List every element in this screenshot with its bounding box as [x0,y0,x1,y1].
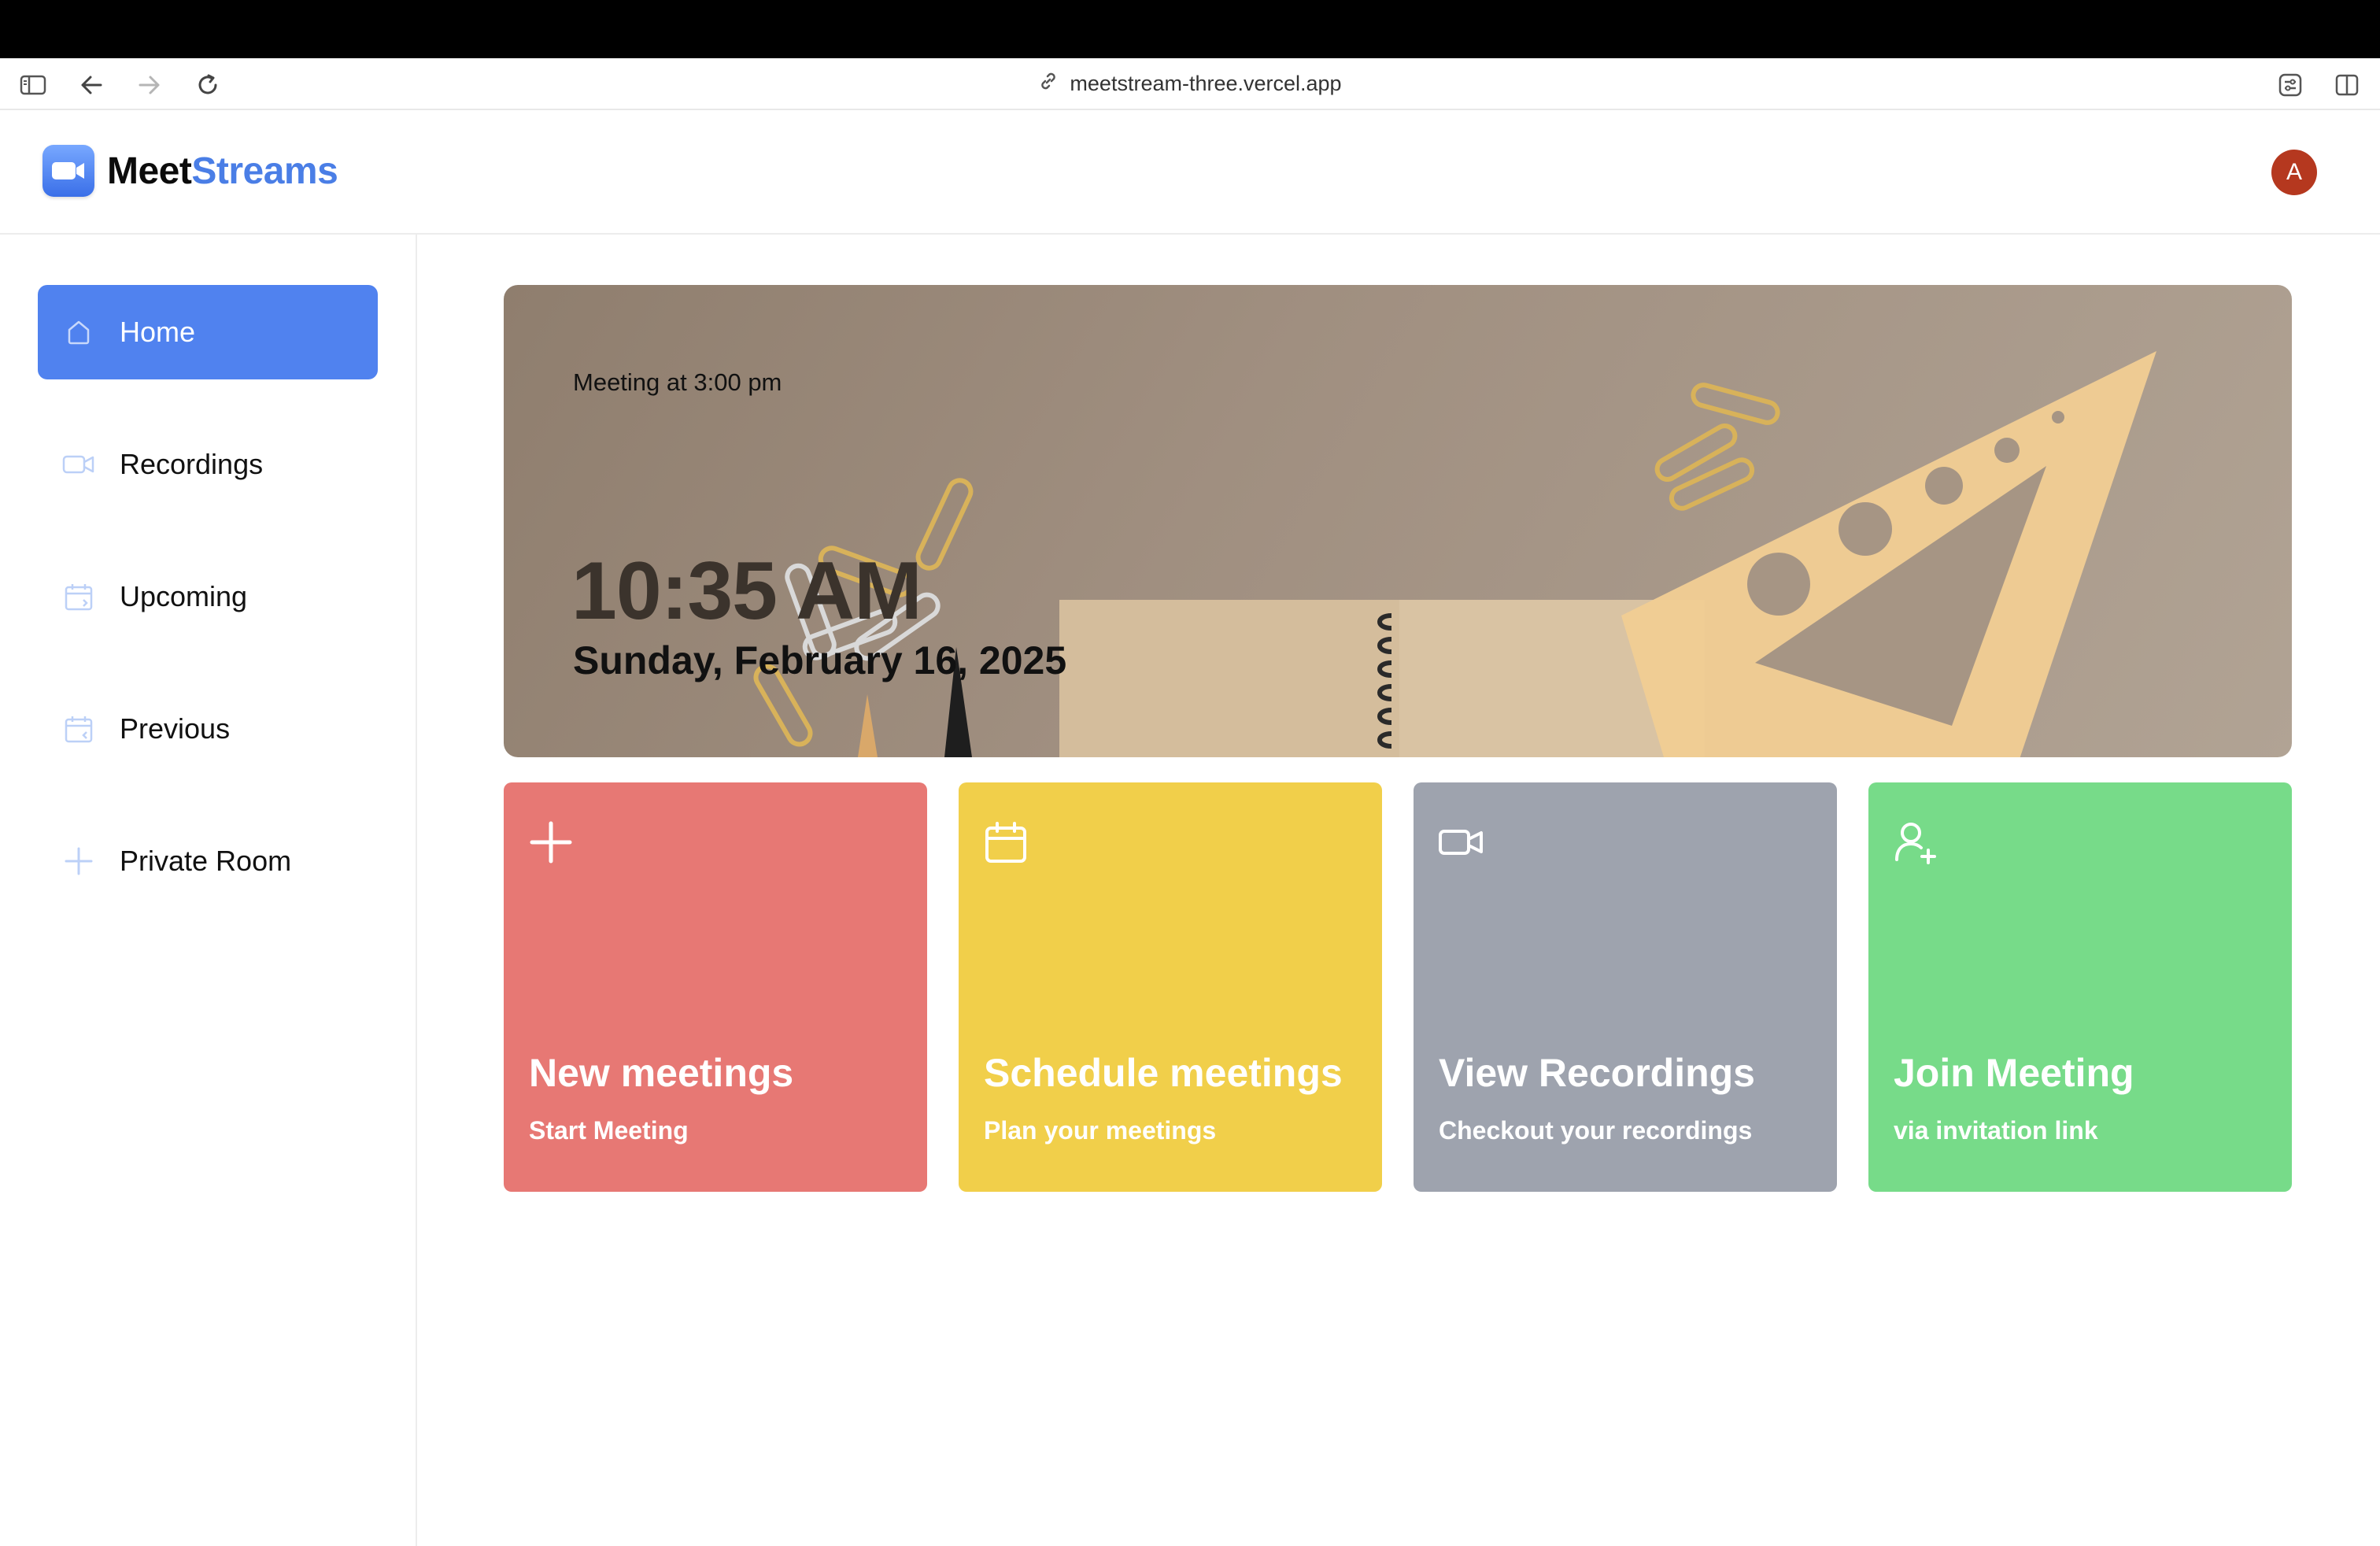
sidebar-item-label: Previous [120,712,231,745]
sidebar-item-upcoming[interactable]: Upcoming [38,549,378,644]
sidebar-item-home[interactable]: Home [38,285,378,379]
new-meeting-card[interactable]: New meetings Start Meeting [504,782,927,1192]
sidebar: Home Recordings Upcoming Previous Privat… [0,235,417,1546]
system-menu-bar [0,0,2380,58]
camera-logo-icon [42,145,94,197]
card-title: Join Meeting [1894,1051,2134,1095]
user-avatar[interactable]: A [2271,150,2317,195]
card-title: New meetings [529,1051,794,1095]
hero-banner: Meeting at 3:00 pm 10:35 AM Sunday, Febr… [504,285,2292,757]
sidebar-item-label: Recordings [120,448,264,480]
join-meeting-card[interactable]: Join Meeting via invitation link [1868,782,2292,1192]
hero-background-image [753,351,2156,757]
link-icon [1038,71,1059,97]
card-subtitle: Start Meeting [529,1116,689,1145]
video-icon [1437,819,1484,866]
home-icon [61,315,96,350]
calendar-icon [982,819,1029,866]
split-view-icon[interactable] [2331,69,2363,101]
sidebar-item-label: Home [120,316,196,348]
extensions-icon[interactable] [2275,69,2306,101]
sidebar-item-label: Upcoming [120,580,248,612]
current-date: Sunday, February 16, 2025 [573,638,1067,682]
user-plus-icon [1892,819,1939,866]
calendar-back-icon [61,712,96,746]
sidebar-item-previous[interactable]: Previous [38,682,378,776]
current-time: 10:35 AM [571,546,922,637]
brand-name: MeetStreams [107,150,338,192]
schedule-meeting-card[interactable]: Schedule meetings Plan your meetings [959,782,1382,1192]
card-subtitle: Plan your meetings [984,1116,1217,1145]
video-icon [61,447,96,482]
url-text: meetstream-three.vercel.app [1070,72,1342,95]
calendar-forward-icon [61,579,96,614]
sidebar-item-recordings[interactable]: Recordings [38,417,378,512]
card-subtitle: Checkout your recordings [1439,1116,1753,1145]
card-title: View Recordings [1439,1051,1755,1095]
plus-icon [61,844,96,878]
card-subtitle: via invitation link [1894,1116,2098,1145]
browser-toolbar: meetstream-three.vercel.app [0,58,2380,110]
app-header: MeetStreams A [0,110,2380,235]
sidebar-item-private-room[interactable]: Private Room [38,814,378,908]
next-meeting-text: Meeting at 3:00 pm [573,368,782,396]
view-recordings-card[interactable]: View Recordings Checkout your recordings [1414,782,1837,1192]
address-bar[interactable]: meetstream-three.vercel.app [0,71,2380,97]
brand-logo[interactable]: MeetStreams [42,145,338,197]
card-title: Schedule meetings [984,1051,1343,1095]
sidebar-item-label: Private Room [120,845,292,877]
plus-icon [527,819,575,866]
